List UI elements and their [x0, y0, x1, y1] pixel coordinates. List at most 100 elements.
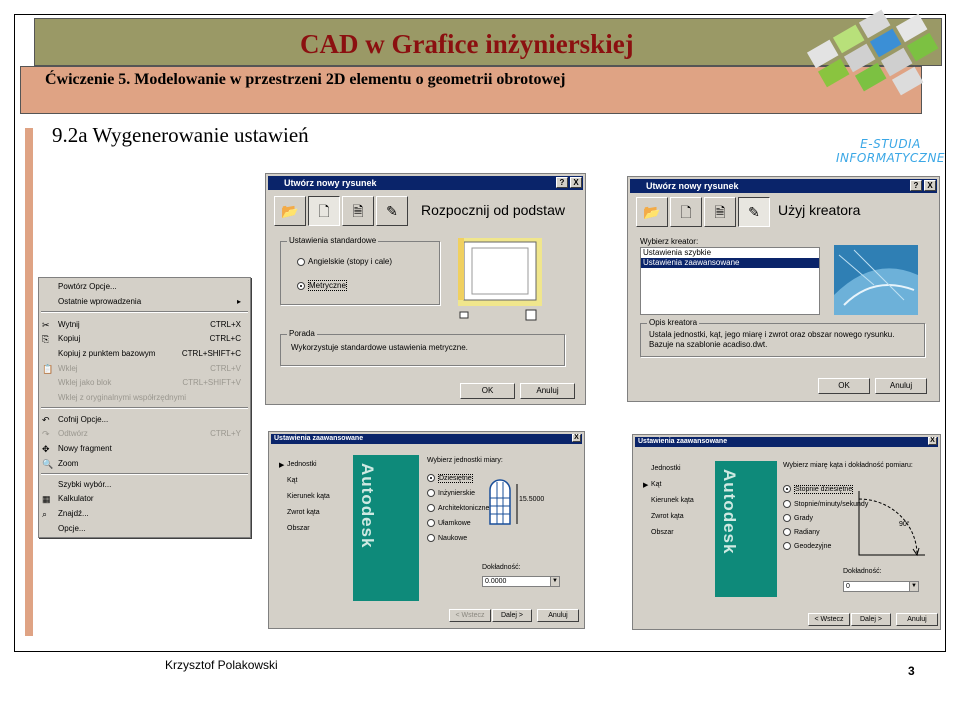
radio-circle-icon	[783, 528, 791, 537]
dialog-title: Utwórz nowy rysunek	[284, 178, 377, 188]
menu-item-recent-input[interactable]: Ostatnie wprowadzenia ▸	[39, 295, 250, 309]
radio-decimal-degrees[interactable]: Stopnie dziesiętne	[783, 485, 854, 495]
menu-item-copy[interactable]: ⎘ Kopiuj CTRL+C	[39, 332, 250, 346]
nav-item-angle[interactable]: Kąt	[651, 481, 662, 488]
help-button[interactable]: ?	[910, 180, 922, 191]
dimension-label: 15.5000	[519, 496, 545, 503]
menu-item-label: Kalkulator	[58, 494, 94, 503]
menu-item-paste[interactable]: 📋 Wklej CTRL+V	[39, 362, 250, 376]
close-button[interactable]: X	[570, 177, 582, 188]
menu-item-repeat[interactable]: Powtórz Opcje...	[39, 280, 250, 294]
nav-item-angle-direction[interactable]: Kierunek kąta	[651, 497, 694, 504]
list-item[interactable]: Ustawienia szybkie	[641, 248, 819, 258]
menu-item-redo[interactable]: ↷ Odtwórz CTRL+Y	[39, 427, 250, 441]
start-scratch-icon[interactable]: 🗋	[308, 196, 340, 226]
close-button[interactable]: X	[928, 437, 937, 445]
radio-circle-icon	[783, 485, 791, 494]
nav-item-angle-orientation[interactable]: Zwrot kąta	[651, 513, 684, 520]
precision-select[interactable]: 0 ▼	[843, 581, 919, 592]
nav-item-area[interactable]: Obszar	[287, 525, 310, 532]
template-icon[interactable]: 🗎	[704, 197, 736, 227]
list-item-selected[interactable]: Ustawienia zaawansowane	[641, 258, 819, 268]
dialog-titlebar: Utwórz nowy rysunek ? X	[630, 179, 937, 193]
radio-grads[interactable]: Grady	[783, 514, 813, 524]
radio-fractional[interactable]: Ułamkowe	[427, 519, 471, 529]
chevron-down-icon[interactable]: ▼	[550, 577, 559, 586]
menu-separator	[41, 311, 248, 313]
radio-circle-icon	[427, 519, 435, 528]
nav-item-angle[interactable]: Kąt	[287, 477, 298, 484]
next-button[interactable]: Dalej >	[851, 613, 891, 626]
radio-metric[interactable]: Metryczne	[297, 280, 347, 291]
menu-item-undo[interactable]: ↶ Cofnij Opcje...	[39, 413, 250, 427]
menu-item-find[interactable]: ⌕ Znajdź...	[39, 507, 250, 521]
cancel-button[interactable]: Anuluj	[520, 383, 575, 399]
nav-active-arrow-icon: ▶	[643, 482, 649, 489]
close-button[interactable]: X	[924, 180, 936, 191]
slide-title: CAD w Grafice inżynierskiej	[300, 29, 634, 59]
blueprint-image	[834, 245, 918, 315]
zoom-icon: 🔍	[42, 459, 54, 469]
next-button[interactable]: Dalej >	[492, 609, 532, 622]
radio-circle-icon	[297, 281, 305, 290]
cancel-button[interactable]: Anuluj	[537, 609, 579, 622]
wizard-icon[interactable]: ✎	[738, 197, 770, 227]
nav-item-area[interactable]: Obszar	[651, 529, 674, 536]
cancel-button[interactable]: Anuluj	[896, 613, 938, 626]
angle-prompt: Wybierz miarę kąta i dokładność pomiaru:	[783, 462, 913, 469]
cancel-button[interactable]: Anuluj	[875, 378, 927, 394]
template-icon[interactable]: 🗎	[342, 196, 374, 226]
nav-item-angle-orientation[interactable]: Zwrot kąta	[287, 509, 320, 516]
radio-circle-icon	[427, 474, 435, 483]
precision-select[interactable]: 0.0000 ▼	[482, 576, 560, 587]
radio-surveyor[interactable]: Geodezyjne	[783, 542, 831, 552]
nav-item-units[interactable]: Jednostki	[651, 465, 681, 472]
radio-scientific[interactable]: Naukowe	[427, 534, 467, 544]
radio-label: Geodezyjne	[794, 543, 832, 550]
menu-item-paste-block[interactable]: Wklej jako blok CTRL+SHIFT+V	[39, 376, 250, 390]
start-scratch-icon[interactable]: 🗋	[670, 197, 702, 227]
slide-subtitle: Ćwiczenie 5. Modelowanie w przestrzeni 2…	[45, 71, 566, 88]
radio-circle-icon	[783, 500, 791, 509]
wizard-list[interactable]: Ustawienia szybkie Ustawienia zaawansowa…	[640, 247, 820, 315]
menu-item-quick-select[interactable]: Szybki wybór...	[39, 478, 250, 492]
autodesk-banner: Autodesk	[353, 455, 419, 601]
help-button[interactable]: ?	[556, 177, 568, 188]
nav-item-angle-direction[interactable]: Kierunek kąta	[287, 493, 330, 500]
radio-architectural[interactable]: Architektoniczne	[427, 504, 489, 514]
radio-radians[interactable]: Radiany	[783, 528, 820, 538]
menu-item-label: Odtwórz	[58, 429, 88, 438]
menu-item-cut[interactable]: ✂ Wytnij CTRL+X	[39, 318, 250, 332]
nav-item-units[interactable]: Jednostki	[287, 461, 317, 468]
back-button[interactable]: < Wstecz	[808, 613, 850, 626]
menu-item-paste-original[interactable]: Wklej z oryginalnymi współrzędnymi	[39, 391, 250, 405]
wizard-description-text: Ustala jednostki, kąt, jego miarę i zwro…	[649, 330, 895, 349]
radio-decimal[interactable]: Dziesiętne	[427, 474, 473, 484]
menu-item-label: Zoom	[58, 459, 79, 468]
open-drawing-icon[interactable]: 📂	[274, 196, 306, 226]
menu-separator	[41, 407, 248, 409]
menu-separator	[41, 473, 248, 475]
menu-item-pan[interactable]: ✥ Nowy fragment	[39, 442, 250, 456]
units-prompt: Wybierz jednostki miary:	[427, 457, 503, 464]
close-button[interactable]: X	[572, 434, 581, 442]
menu-item-options[interactable]: Opcje...	[39, 522, 250, 536]
menu-item-copy-base[interactable]: Kopiuj z punktem bazowym CTRL+SHIFT+C	[39, 347, 250, 361]
radio-label: Architektoniczne	[438, 505, 490, 512]
menu-item-calculator[interactable]: ▦ Kalkulator	[39, 492, 250, 506]
radio-engineering[interactable]: Inżynierskie	[427, 489, 475, 499]
wizard-icon[interactable]: ✎	[376, 196, 408, 226]
author-name: Krzysztof Polakowski	[165, 658, 278, 672]
radio-imperial[interactable]: Angielskie (stopy i cale)	[297, 257, 392, 267]
open-drawing-icon[interactable]: 📂	[636, 197, 668, 227]
page-number: 3	[908, 664, 915, 678]
chevron-down-icon[interactable]: ▼	[909, 582, 918, 591]
menu-item-zoom[interactable]: 🔍 Zoom	[39, 457, 250, 471]
ok-button[interactable]: OK	[818, 378, 870, 394]
back-button[interactable]: < Wstecz	[449, 609, 491, 622]
menu-item-label: Wklej z oryginalnymi współrzędnymi	[58, 393, 187, 402]
dialog-heading: Użyj kreatora	[778, 202, 861, 218]
ok-button[interactable]: OK	[460, 383, 515, 399]
radio-label: Ułamkowe	[438, 520, 471, 527]
copy-icon: ⎘	[42, 334, 50, 344]
